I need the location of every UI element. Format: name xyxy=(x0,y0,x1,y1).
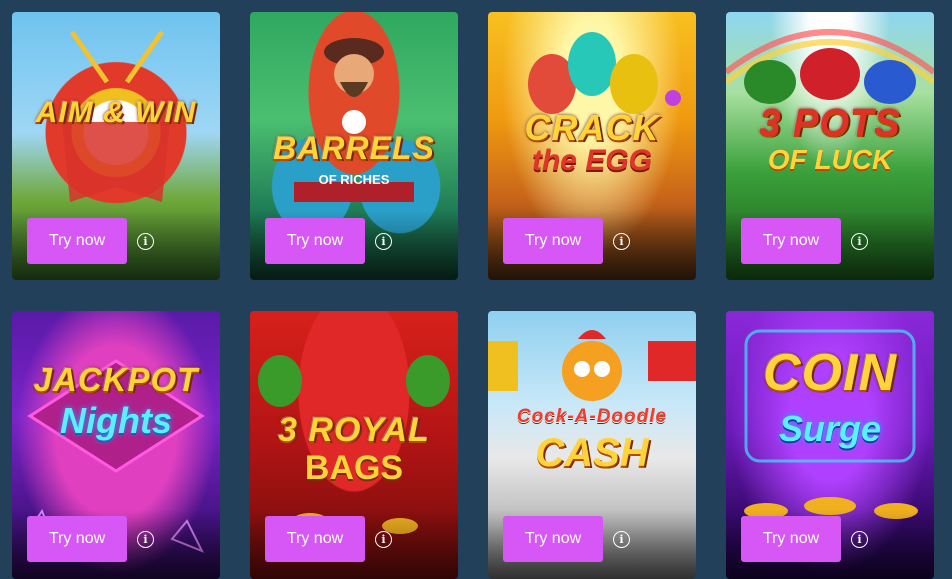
game-title: BARRELS xyxy=(273,130,435,166)
try-now-button[interactable]: Try now xyxy=(265,218,365,264)
info-icon[interactable]: i xyxy=(851,233,868,250)
info-icon[interactable]: i xyxy=(613,233,630,250)
game-card-coin-surge[interactable]: COIN Surge Try now i xyxy=(726,311,934,579)
game-subtitle: OF RICHES xyxy=(318,172,390,187)
game-title: JACKPOT xyxy=(33,361,199,398)
info-icon[interactable]: i xyxy=(375,531,392,548)
try-now-button[interactable]: Try now xyxy=(503,516,603,562)
game-subtitle: CASH xyxy=(535,431,649,475)
info-icon[interactable]: i xyxy=(137,531,154,548)
info-icon[interactable]: i xyxy=(851,531,868,548)
try-now-button[interactable]: Try now xyxy=(741,516,841,562)
game-card-cock-a-doodle-cash[interactable]: Cock-A-Doodle CASH Try now i xyxy=(488,311,696,579)
try-now-button[interactable]: Try now xyxy=(265,516,365,562)
game-grid: AIM & WIN Try now i BARRELS OF RICHES Tr… xyxy=(0,0,952,579)
game-subtitle: Nights xyxy=(60,400,172,441)
game-subtitle: OF LUCK xyxy=(767,144,893,175)
game-card-barrels-of-riches[interactable]: BARRELS OF RICHES Try now i xyxy=(250,12,458,280)
info-icon[interactable]: i xyxy=(613,531,630,548)
try-now-button[interactable]: Try now xyxy=(503,218,603,264)
game-card-jackpot-nights[interactable]: JACKPOT Nights Try now i xyxy=(12,311,220,579)
game-subtitle: Surge xyxy=(778,408,882,449)
game-title: Cock-A-Doodle xyxy=(516,406,668,427)
game-card-3-royal-bags[interactable]: 3 ROYAL BAGS Try now i xyxy=(250,311,458,579)
game-card-3-pots-of-luck[interactable]: 3 POTS OF LUCK Try now i xyxy=(726,12,934,280)
game-title: COIN xyxy=(763,344,897,402)
try-now-button[interactable]: Try now xyxy=(27,218,127,264)
try-now-button[interactable]: Try now xyxy=(27,516,127,562)
info-icon[interactable]: i xyxy=(137,233,154,250)
info-icon[interactable]: i xyxy=(375,233,392,250)
game-title: CRACK xyxy=(524,107,660,148)
try-now-button[interactable]: Try now xyxy=(741,218,841,264)
game-card-crack-the-egg[interactable]: CRACK the EGG Try now i xyxy=(488,12,696,280)
game-subtitle: BAGS xyxy=(304,449,404,487)
game-title: AIM & WIN xyxy=(35,96,197,129)
game-title: 3 POTS xyxy=(759,102,901,144)
game-subtitle: the EGG xyxy=(531,144,652,177)
game-card-aim-and-win[interactable]: AIM & WIN Try now i xyxy=(12,12,220,280)
game-title: 3 ROYAL xyxy=(278,411,430,449)
